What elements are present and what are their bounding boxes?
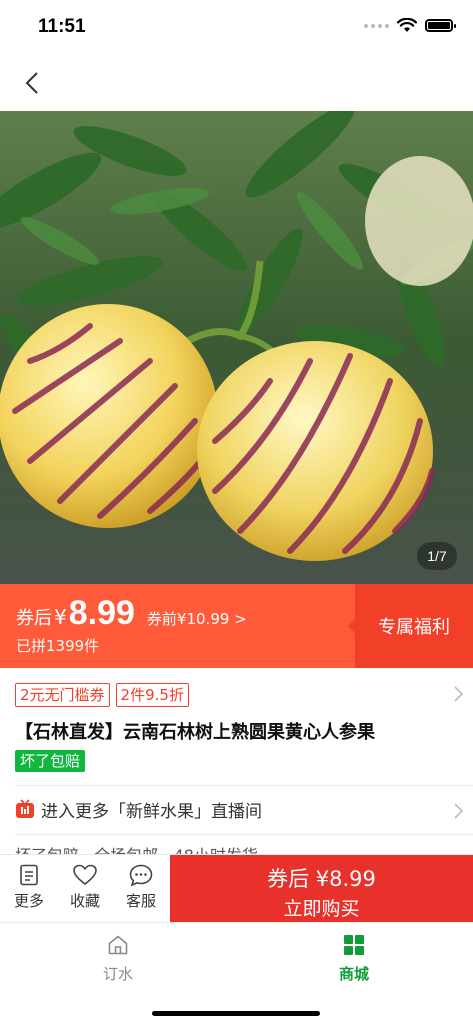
original-price-link[interactable]: 券前¥10.99 > <box>147 608 247 629</box>
grid-icon <box>344 935 364 955</box>
live-room-text: 进入更多「新鲜水果」直播间 <box>41 801 262 822</box>
divider <box>15 785 473 786</box>
status-time: 11:51 <box>38 16 86 37</box>
price-bar: 券后 ¥ 8.99 券前¥10.99 > 已拼1399件 专属福利 <box>0 584 473 668</box>
tab-bar: 订水 商城 <box>0 922 473 1024</box>
battery-icon <box>425 19 456 32</box>
coupon-tags-row[interactable]: 2元无门槛券 2件9.5折 <box>15 682 465 708</box>
buy-price: 券后 ¥8.99 <box>267 867 376 891</box>
product-image-gallery[interactable]: 1/7 <box>0 111 473 584</box>
favorite-button[interactable]: 收藏 <box>60 863 110 911</box>
chevron-left-icon <box>25 72 38 94</box>
product-photo <box>0 111 473 584</box>
divider <box>15 834 473 835</box>
price-info: 券后 ¥ 8.99 券前¥10.99 > 已拼1399件 <box>16 594 247 656</box>
live-room-row[interactable]: 进入更多「新鲜水果」直播间 <box>15 794 465 824</box>
nav-bar <box>0 56 473 111</box>
tab-mall[interactable]: 商城 <box>309 933 399 984</box>
discount-tag: 2件9.5折 <box>115 683 189 707</box>
home-icon <box>108 935 128 955</box>
exclusive-benefits-label: 专属福利 <box>378 617 450 638</box>
chevron-right-icon <box>454 803 464 819</box>
status-bar: 11:51 <box>0 0 473 56</box>
exclusive-benefits-button[interactable]: 专属福利 <box>348 584 473 668</box>
product-title: 【石林直发】云南石林树上熟圆果黄心人参果 <box>15 722 375 743</box>
live-tv-icon <box>16 799 34 818</box>
action-bar: 更多 收藏 客服 券后 ¥8.99 立即购买 <box>0 854 473 923</box>
chat-bubble-icon <box>129 864 153 887</box>
signal-icon <box>364 23 389 28</box>
sold-count: 已拼1399件 <box>16 637 100 655</box>
document-icon <box>20 864 38 886</box>
favorite-label: 收藏 <box>69 892 100 910</box>
tab-order-water[interactable]: 订水 <box>73 933 163 984</box>
coupon-tag: 2元无门槛券 <box>15 683 110 707</box>
tab-mall-label: 商城 <box>338 965 369 983</box>
back-button[interactable] <box>18 68 48 98</box>
currency-symbol: ¥ <box>54 605 67 629</box>
home-indicator <box>152 1011 320 1016</box>
image-counter: 1/7 <box>417 542 457 570</box>
guarantee-badge: 坏了包赔 <box>15 750 86 772</box>
status-icons <box>364 18 456 33</box>
coupon-price: 8.99 <box>68 594 135 632</box>
more-button[interactable]: 更多 <box>4 863 54 911</box>
buy-now-button[interactable]: 券后 ¥8.99 立即购买 <box>170 855 473 923</box>
chevron-right-icon <box>454 686 464 702</box>
more-label: 更多 <box>13 892 44 910</box>
coupon-price-label: 券后 <box>16 608 52 629</box>
wifi-icon <box>397 18 417 32</box>
customer-service-button[interactable]: 客服 <box>116 863 166 911</box>
heart-icon <box>73 864 97 886</box>
customer-service-label: 客服 <box>125 892 156 910</box>
buy-now-label: 立即购买 <box>283 898 360 920</box>
tab-order-water-label: 订水 <box>102 965 133 983</box>
promo-notch <box>348 618 356 634</box>
